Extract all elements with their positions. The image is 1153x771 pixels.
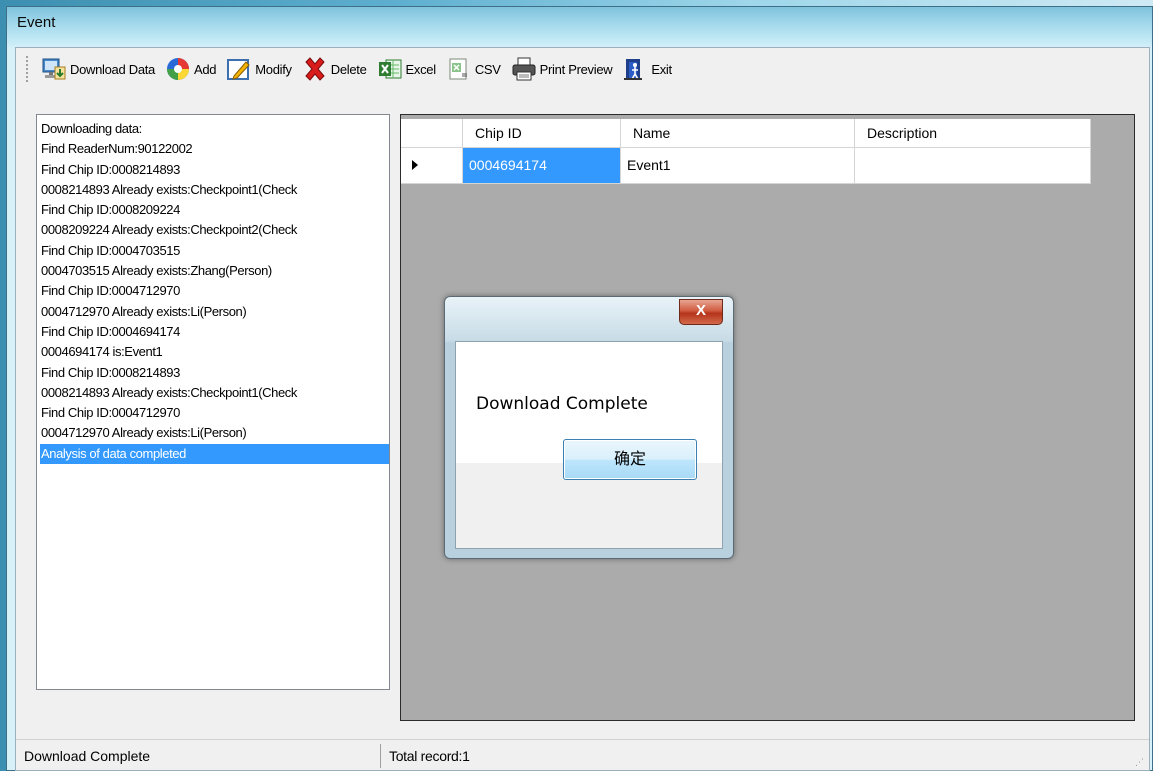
table-row[interactable]: 0004694174 Event1 <box>401 148 1091 184</box>
download-log-list[interactable]: Downloading data: Find ReaderNum:9012200… <box>36 114 390 690</box>
csv-icon <box>449 58 467 80</box>
download-data-button[interactable]: Download Data <box>37 54 159 84</box>
add-label: Add <box>194 61 217 77</box>
dialog-message: Download Complete <box>476 394 648 414</box>
add-icon <box>167 58 189 80</box>
exit-icon <box>624 59 643 80</box>
exit-label: Exit <box>651 61 672 77</box>
log-line[interactable]: Find Chip ID:0004712970 <box>41 281 389 301</box>
cell-description[interactable] <box>855 148 1091 184</box>
resize-grip-icon[interactable]: ⋰ <box>1135 757 1145 767</box>
dialog-ok-button[interactable]: 确定 <box>563 439 697 480</box>
cell-name[interactable]: Event1 <box>621 148 855 184</box>
add-button[interactable]: Add <box>161 54 220 84</box>
grid-corner-header[interactable] <box>401 119 463 148</box>
modify-button[interactable]: Modify <box>222 54 296 84</box>
log-line[interactable]: 0004703515 Already exists:Zhang(Person) <box>41 261 389 281</box>
download-data-icon <box>42 58 66 80</box>
log-line[interactable]: 0008214893 Already exists:Checkpoint1(Ch… <box>41 383 389 403</box>
excel-label: Excel <box>405 61 437 77</box>
log-line-selected[interactable]: Analysis of data completed <box>40 443 389 465</box>
status-message: Download Complete <box>16 743 381 768</box>
log-line[interactable]: Find Chip ID:0004703515 <box>41 241 389 261</box>
window-title: Event <box>17 14 56 31</box>
log-line[interactable]: Downloading data: <box>41 119 389 139</box>
exit-button[interactable]: Exit <box>618 54 675 84</box>
delete-icon <box>305 57 325 81</box>
download-data-label: Download Data <box>70 61 155 77</box>
log-line[interactable]: Find Chip ID:0004694174 <box>41 322 389 342</box>
delete-button[interactable]: Delete <box>298 54 371 84</box>
excel-icon <box>378 59 402 79</box>
modify-label: Modify <box>255 61 292 77</box>
modify-icon <box>227 59 250 80</box>
toolbar-grip[interactable] <box>26 56 31 82</box>
status-bar: Download Complete Total record:1 ⋰ <box>16 739 1149 771</box>
log-line[interactable]: 0004712970 Already exists:Li(Person) <box>41 302 389 322</box>
csv-button[interactable]: CSV <box>442 54 505 84</box>
log-line[interactable]: Find Chip ID:0008209224 <box>41 200 389 220</box>
printer-icon <box>512 57 536 81</box>
log-line[interactable]: 0004712970 Already exists:Li(Person) <box>41 423 389 443</box>
cell-chip-id[interactable]: 0004694174 <box>463 148 621 184</box>
dialog-close-button[interactable]: X <box>679 299 723 325</box>
row-header[interactable] <box>401 148 463 184</box>
print-preview-button[interactable]: Print Preview <box>507 54 617 84</box>
column-header-description[interactable]: Description <box>855 119 1091 148</box>
column-header-chip-id[interactable]: Chip ID <box>463 119 621 148</box>
current-row-arrow-icon <box>412 160 418 170</box>
log-line[interactable]: Find Chip ID:0004712970 <box>41 403 389 423</box>
csv-label: CSV <box>474 61 501 77</box>
log-line[interactable]: 0004694174 is:Event1 <box>41 342 389 362</box>
excel-button[interactable]: Excel <box>373 54 440 84</box>
status-record-count: Total record:1 <box>389 747 470 764</box>
log-line[interactable]: Find ReaderNum:90122002 <box>41 139 389 159</box>
log-line[interactable]: Find Chip ID:0008214893 <box>41 160 389 180</box>
log-line[interactable]: 0008214893 Already exists:Checkpoint1(Ch… <box>41 180 389 200</box>
message-dialog: X Download Complete 确定 <box>444 296 734 559</box>
print-preview-label: Print Preview <box>539 61 613 77</box>
column-header-name[interactable]: Name <box>621 119 855 148</box>
delete-label: Delete <box>330 61 367 77</box>
toolbar: Download Data Add Modify Delete Excel CS… <box>16 48 1149 90</box>
log-line[interactable]: 0008209224 Already exists:Checkpoint2(Ch… <box>41 220 389 240</box>
grid-header-row: Chip ID Name Description <box>401 119 1091 148</box>
log-line[interactable]: Find Chip ID:0008214893 <box>41 363 389 383</box>
